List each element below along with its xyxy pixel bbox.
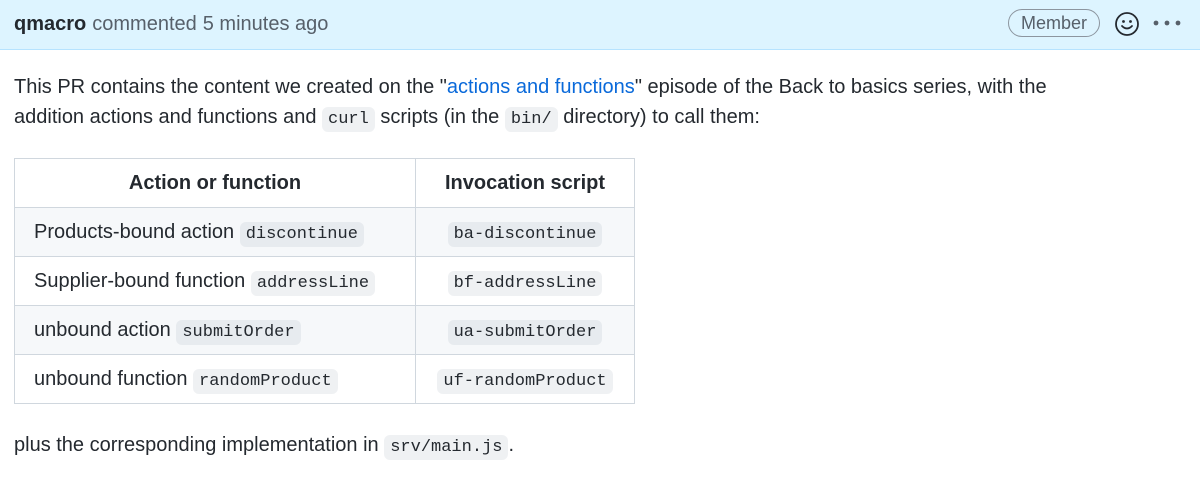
- inline-code: submitOrder: [176, 319, 301, 345]
- inline-code: ba-discontinue: [447, 221, 603, 247]
- inline-code: addressLine: [250, 270, 376, 296]
- table-row: Products-bound action discontinue ba-dis…: [14, 207, 635, 257]
- inline-code: srv/main.js: [384, 435, 509, 460]
- intro-text: addition actions and functions and: [14, 106, 322, 128]
- table-row: unbound action submitOrder ua-submitOrde…: [14, 305, 635, 355]
- intro-text: directory) to call them:: [557, 106, 760, 128]
- row-label: Products-bound action: [34, 220, 240, 243]
- inline-code: bin/: [504, 107, 558, 132]
- kebab-horizontal-icon[interactable]: [1150, 10, 1184, 36]
- table-header-cell: Action or function: [14, 158, 416, 208]
- comment-author[interactable]: qmacro: [14, 13, 86, 36]
- inline-code: randomProduct: [193, 368, 338, 394]
- member-badge: Member: [1008, 9, 1100, 37]
- comment-body: This PR contains the content we created …: [14, 72, 1184, 135]
- table-cell: ua-submitOrder: [415, 305, 635, 355]
- table-header-cell: Invocation script: [415, 158, 635, 208]
- inline-code: ua-submitOrder: [447, 319, 603, 345]
- table-cell: unbound action submitOrder: [14, 305, 416, 355]
- inline-code: bf-addressLine: [447, 270, 603, 296]
- comment-time[interactable]: 5 minutes ago: [203, 13, 329, 36]
- comment-header: qmacro commented 5 minutes ago Member: [0, 0, 1200, 50]
- inline-code: uf-randomProduct: [437, 368, 613, 394]
- row-label: unbound function: [34, 367, 194, 390]
- pr-comment: qmacro commented 5 minutes ago Member Th…: [0, 0, 1200, 478]
- table-row: unbound function randomProduct uf-random…: [14, 354, 635, 404]
- comment-action: commented: [92, 13, 197, 35]
- outro-paragraph: plus the corresponding implementation in…: [14, 430, 514, 463]
- table-row: Supplier-bound function addressLine bf-a…: [14, 256, 635, 306]
- row-label: unbound action: [34, 318, 177, 341]
- smiley-icon[interactable]: [1114, 11, 1140, 37]
- table-cell: bf-addressLine: [415, 256, 635, 306]
- table-cell: uf-randomProduct: [415, 354, 635, 404]
- intro-text: " episode of the Back to basics series, …: [634, 76, 1047, 98]
- outro-text: .: [508, 434, 514, 456]
- table-header-row: Action or function Invocation script: [14, 158, 635, 208]
- intro-text: This PR contains the content we created …: [14, 76, 447, 98]
- row-label: Supplier-bound function: [34, 269, 251, 292]
- outro-text: plus the corresponding implementation in: [14, 434, 385, 456]
- table-cell: unbound function randomProduct: [14, 354, 416, 404]
- invocation-table: Action or function Invocation script Pro…: [14, 158, 635, 404]
- intro-text: scripts (in the: [374, 106, 505, 128]
- inline-code: discontinue: [239, 221, 364, 247]
- intro-paragraph: This PR contains the content we created …: [14, 72, 1184, 135]
- table-cell: Products-bound action discontinue: [14, 207, 416, 257]
- inline-code: curl: [322, 107, 375, 132]
- table-cell: Supplier-bound function addressLine: [14, 256, 416, 306]
- table-cell: ba-discontinue: [415, 207, 635, 257]
- episode-link[interactable]: actions and functions: [447, 76, 635, 98]
